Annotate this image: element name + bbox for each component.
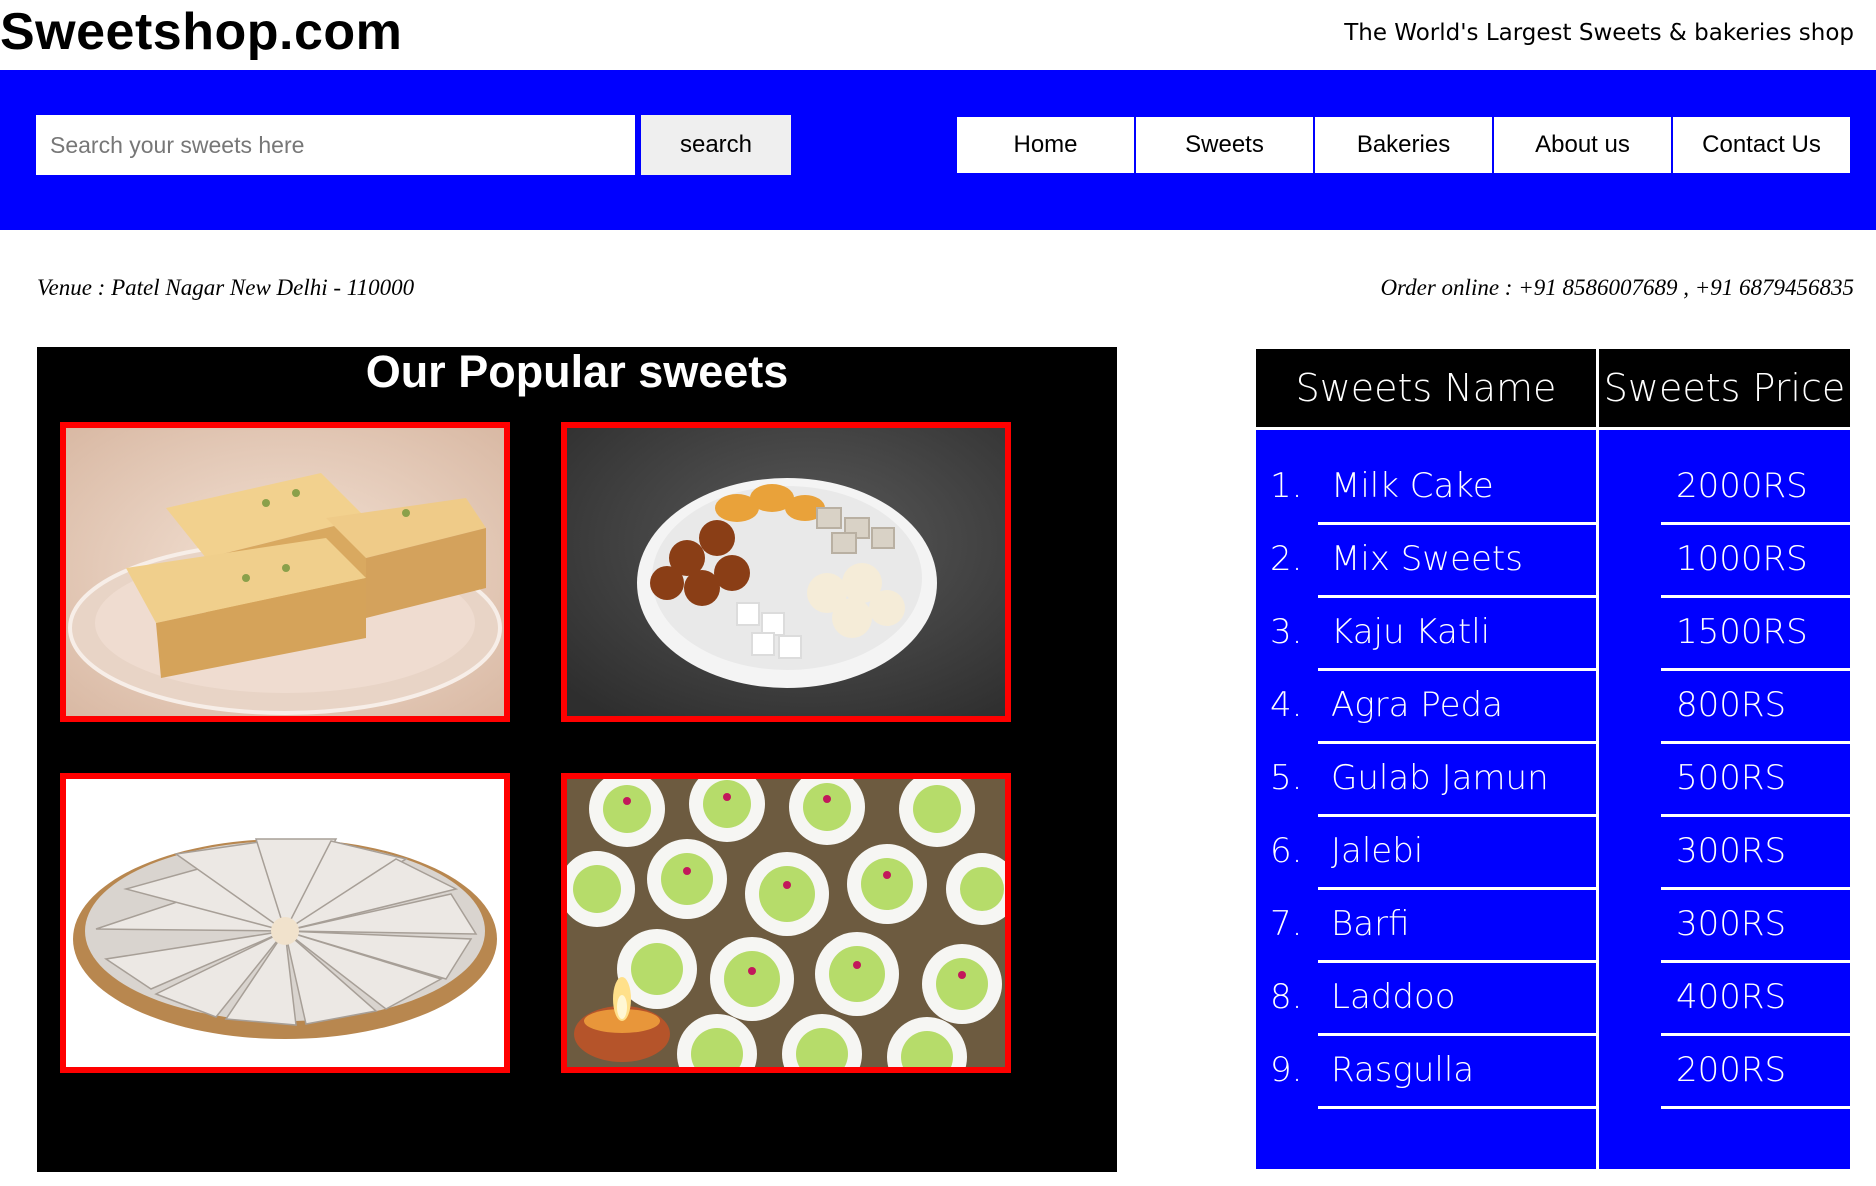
table-row: 800RS <box>1661 668 1850 744</box>
sweet-price: 1500RS <box>1676 612 1808 652</box>
row-number: 9. <box>1270 1050 1303 1090</box>
sweet-name: Barfi <box>1331 904 1410 944</box>
kaju-katli-image <box>66 779 504 1067</box>
sweet-price: 300RS <box>1676 831 1787 871</box>
nav-band: search Home Sweets Bakeries About us Con… <box>0 70 1876 230</box>
sweet-price: 1000RS <box>1676 539 1808 579</box>
table-row: 7. Barfi <box>1270 887 1596 963</box>
mixed-sweets-plate-photo[interactable] <box>561 422 1011 722</box>
nav-item-sweets[interactable]: Sweets <box>1136 117 1313 173</box>
table-row: 200RS <box>1661 1033 1850 1109</box>
table-row: 5. Gulab Jamun <box>1270 741 1596 817</box>
sweet-name: Agra Peda <box>1331 685 1503 725</box>
sweet-price: 500RS <box>1676 758 1787 798</box>
price-column: 2000RS 1000RS 1500RS 800RS 500RS 300RS 3… <box>1599 430 1850 1169</box>
name-column: 1. Milk Cake 2. Mix Sweets 3. Kaju Katli… <box>1256 430 1596 1169</box>
nav-item-home[interactable]: Home <box>957 117 1134 173</box>
table-row: 300RS <box>1661 814 1850 890</box>
sweet-name: Gulab Jamun <box>1331 758 1549 798</box>
milk-cake-image <box>66 428 504 716</box>
table-body: 1. Milk Cake 2. Mix Sweets 3. Kaju Katli… <box>1256 430 1850 1169</box>
sweet-name: Mix Sweets <box>1331 539 1523 579</box>
milk-cake-photo[interactable] <box>60 422 510 722</box>
table-row: 8. Laddoo <box>1270 960 1596 1036</box>
stuffed-sweets-with-diya-photo[interactable] <box>561 773 1011 1073</box>
row-number: 7. <box>1270 904 1303 944</box>
mixed-sweets-image <box>567 428 1005 716</box>
sweets-price-table: Sweets Name Sweets Price 1. Milk Cake 2.… <box>1256 349 1850 1169</box>
nav-item-contact-us[interactable]: Contact Us <box>1673 117 1850 173</box>
venue-text: Venue : Patel Nagar New Delhi - 110000 <box>37 275 415 300</box>
table-row: 1000RS <box>1661 522 1850 598</box>
site-header: Sweetshop.com The World's Largest Sweets… <box>0 0 1876 70</box>
column-divider <box>1596 349 1599 1169</box>
sweet-price: 200RS <box>1676 1050 1787 1090</box>
kaju-katli-platter-photo[interactable] <box>60 773 510 1073</box>
sweet-name: Kaju Katli <box>1331 612 1491 652</box>
header-sweets-name: Sweets Name <box>1295 366 1557 410</box>
table-row: 1500RS <box>1661 595 1850 671</box>
table-row: 300RS <box>1661 887 1850 963</box>
nav-item-about-us[interactable]: About us <box>1494 117 1671 173</box>
table-row: 500RS <box>1661 741 1850 817</box>
sweet-name: Milk Cake <box>1331 466 1494 506</box>
popular-sweets-gallery: Our Popular sweets <box>37 347 1117 1172</box>
sweet-price: 800RS <box>1676 685 1787 725</box>
row-number: 8. <box>1270 977 1303 1017</box>
table-row: 4. Agra Peda <box>1270 668 1596 744</box>
order-online-text: Order online : +91 8586007689 , +91 6879… <box>1380 275 1854 300</box>
sweet-price: 2000RS <box>1676 466 1808 506</box>
nav-item-bakeries[interactable]: Bakeries <box>1315 117 1492 173</box>
row-number: 5. <box>1270 758 1303 798</box>
table-row: 2. Mix Sweets <box>1270 522 1596 598</box>
gallery-title: Our Popular sweets <box>365 346 789 397</box>
search-button[interactable]: search <box>641 115 791 175</box>
table-row: 2000RS <box>1661 449 1850 525</box>
header-sweets-price: Sweets Price <box>1603 366 1846 410</box>
table-row: 3. Kaju Katli <box>1270 595 1596 671</box>
sweet-name: Laddoo <box>1331 977 1456 1017</box>
row-number: 3. <box>1270 612 1303 652</box>
table-row: 9. Rasgulla <box>1270 1033 1596 1109</box>
table-row: 6. Jalebi <box>1270 814 1596 890</box>
sweet-price: 300RS <box>1676 904 1787 944</box>
row-number: 4. <box>1270 685 1303 725</box>
table-header: Sweets Name Sweets Price <box>1256 349 1850 427</box>
sweet-name: Jalebi <box>1331 831 1424 871</box>
stuffed-sweets-image <box>567 779 1005 1067</box>
main-nav: Home Sweets Bakeries About us Contact Us <box>957 117 1852 173</box>
row-number: 1. <box>1270 466 1303 506</box>
site-tagline: The World's Largest Sweets & bakeries sh… <box>1344 20 1854 46</box>
table-row: 400RS <box>1661 960 1850 1036</box>
table-row: 1. Milk Cake <box>1270 449 1596 525</box>
search-input[interactable] <box>36 115 635 175</box>
row-number: 6. <box>1270 831 1303 871</box>
site-logo[interactable]: Sweetshop.com <box>0 2 402 62</box>
row-number: 2. <box>1270 539 1303 579</box>
sweet-name: Rasgulla <box>1331 1050 1475 1090</box>
sweet-price: 400RS <box>1676 977 1787 1017</box>
